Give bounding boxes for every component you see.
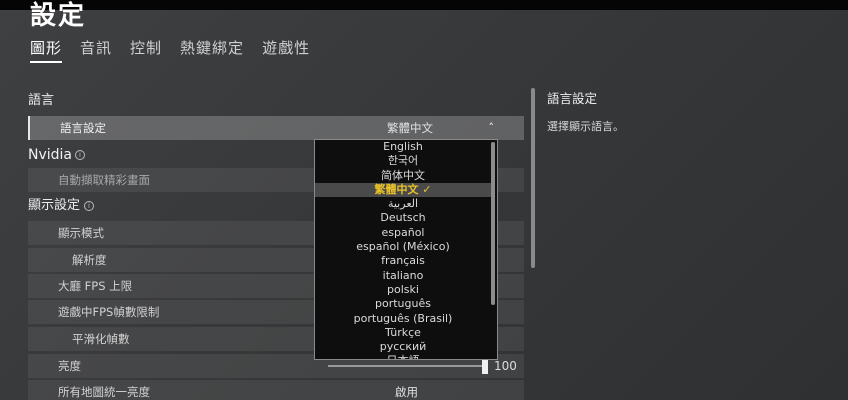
- language-option[interactable]: 한국어: [315, 154, 491, 168]
- brightness-label: 亮度: [58, 359, 81, 373]
- brightness-slider-handle[interactable]: [482, 358, 488, 374]
- section-nvidia: Nvidia i: [28, 145, 86, 165]
- section-language: 語言: [28, 91, 54, 111]
- language-setting-row[interactable]: 語言設定 繁體中文 ˄: [28, 116, 524, 140]
- language-option[interactable]: 日本語: [315, 354, 491, 359]
- chevron-up-icon[interactable]: ˄: [489, 116, 495, 140]
- help-title: 語言設定: [547, 91, 598, 106]
- tab-audio[interactable]: 音訊: [80, 38, 112, 60]
- display-mode-label: 顯示模式: [58, 226, 104, 240]
- section-language-label: 語言: [28, 93, 55, 108]
- ingame-fps-label: 遊戲中FPS幀數限制: [58, 305, 160, 319]
- resolution-label: 解析度: [72, 253, 107, 267]
- help-text: 選擇顯示語言。: [547, 120, 624, 133]
- language-setting-label: 語言設定: [60, 121, 106, 135]
- language-option[interactable]: العربية: [315, 197, 491, 211]
- language-option[interactable]: 繁體中文 ✓: [315, 182, 491, 198]
- language-option[interactable]: 简体中文: [315, 169, 491, 183]
- lobby-fps-label: 大廳 FPS 上限: [58, 279, 133, 293]
- settings-tabs: 圖形 音訊 控制 熱鍵綁定 遊戲性: [30, 38, 310, 63]
- map-brightness-value[interactable]: 啟用: [395, 380, 505, 400]
- section-display-label: 顯示設定: [28, 198, 81, 213]
- smoothing-label: 平滑化幀數: [72, 332, 130, 346]
- language-option[interactable]: русский: [315, 340, 491, 354]
- tab-controls[interactable]: 控制: [130, 38, 162, 60]
- dropdown-scrollbar[interactable]: [491, 142, 495, 305]
- tab-gameplay[interactable]: 遊戲性: [262, 38, 310, 60]
- tab-keybindings[interactable]: 熱鍵綁定: [180, 38, 244, 60]
- language-setting-value[interactable]: 繁體中文: [387, 116, 497, 140]
- language-option[interactable]: português: [315, 297, 491, 311]
- window-top-bar: [0, 0, 848, 10]
- language-option[interactable]: français: [315, 254, 491, 268]
- panel-scrollbar[interactable]: [531, 88, 535, 268]
- language-option[interactable]: English: [315, 140, 491, 154]
- info-icon[interactable]: i: [75, 150, 86, 160]
- auto-capture-label: 自動擷取精彩畫面: [58, 173, 150, 187]
- language-option[interactable]: italiano: [315, 269, 491, 283]
- map-brightness-label: 所有地圖統一亮度: [58, 385, 150, 399]
- section-display: 顯示設定 i: [28, 196, 95, 216]
- page-title: 設定: [30, 1, 87, 31]
- language-dropdown[interactable]: English 한국어 简体中文 繁體中文 ✓ العربية Deutsch españo…: [314, 139, 498, 360]
- info-icon[interactable]: i: [84, 201, 95, 211]
- language-option[interactable]: español: [315, 226, 491, 240]
- language-option[interactable]: português (Brasil): [315, 312, 491, 326]
- language-option[interactable]: español (México): [315, 240, 491, 254]
- language-option[interactable]: polski: [315, 283, 491, 297]
- brightness-slider-track[interactable]: [328, 365, 483, 367]
- language-options-list: English 한국어 简体中文 繁體中文 ✓ العربية Deutsch españo…: [315, 140, 497, 359]
- section-nvidia-label: Nvidia: [28, 147, 73, 163]
- map-brightness-row[interactable]: 所有地圖統一亮度 啟用: [28, 380, 524, 400]
- language-option[interactable]: Türkçe: [315, 326, 491, 340]
- language-option[interactable]: Deutsch: [315, 211, 491, 225]
- tab-graphics[interactable]: 圖形: [30, 38, 63, 63]
